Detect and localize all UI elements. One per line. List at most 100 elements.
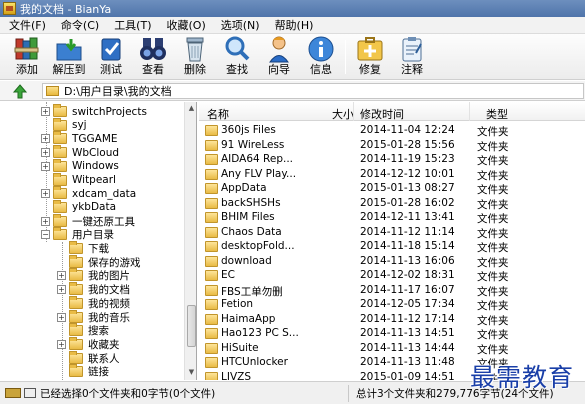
folder-icon: [205, 342, 218, 354]
file-row[interactable]: EC 2014-12-02 18:31 文件夹: [199, 268, 585, 283]
delete-button[interactable]: 删除: [175, 35, 215, 79]
column-size[interactable]: 大小: [332, 106, 354, 122]
file-name: EC: [221, 269, 235, 281]
tree-item[interactable]: + 我的音乐: [57, 309, 130, 324]
scroll-down-icon[interactable]: ▼: [186, 367, 196, 378]
menu-favorites[interactable]: 收藏(O): [158, 17, 212, 33]
file-row[interactable]: desktopFold... 2014-11-18 15:14 文件夹: [199, 239, 585, 254]
file-name: Hao123 PC S...: [221, 327, 299, 339]
status-selection: 已经选择0个文件夹和0字节(0个文件): [40, 388, 216, 400]
menu-tools[interactable]: 工具(T): [105, 17, 157, 33]
file-row[interactable]: 91 WireLess 2015-01-28 15:56 文件夹: [199, 138, 585, 153]
tree-item[interactable]: 搜索: [57, 323, 109, 337]
folder-icon: [205, 270, 218, 281]
address-field[interactable]: D:\用户目录\我的文档: [42, 83, 584, 99]
file-modified: 2014-11-17 16:07: [360, 283, 455, 296]
tree-item[interactable]: + Windows: [41, 158, 119, 173]
comment-button[interactable]: 注释: [392, 35, 432, 79]
add-button[interactable]: 添加: [7, 35, 47, 79]
folder-icon: [205, 212, 218, 223]
tree-item[interactable]: syj: [41, 117, 87, 132]
column-divider[interactable]: [469, 102, 470, 121]
column-type[interactable]: 类型: [486, 106, 508, 122]
column-modified[interactable]: 修改时间: [360, 106, 404, 122]
folder-icon: [53, 117, 67, 131]
expand-icon[interactable]: +: [57, 285, 66, 295]
find-button[interactable]: 查找: [217, 35, 257, 79]
file-list[interactable]: 名称 大小 修改时间 类型 360js Files 2014-11-04 12:2…: [199, 102, 585, 380]
folder-icon: [53, 172, 67, 186]
tree-item[interactable]: − 用户目录: [41, 227, 114, 241]
file-row[interactable]: AppData 2015-01-13 08:27 文件夹: [199, 181, 585, 196]
scrollbar-thumb[interactable]: [187, 305, 196, 347]
menu-options[interactable]: 选项(N): [212, 17, 266, 33]
tree-item[interactable]: + WbCloud: [41, 145, 119, 159]
tree-item[interactable]: ykbData: [41, 199, 116, 214]
expand-icon[interactable]: +: [57, 312, 66, 322]
expand-icon[interactable]: +: [41, 189, 50, 199]
expand-icon[interactable]: +: [57, 271, 66, 281]
expand-icon[interactable]: +: [41, 161, 50, 171]
file-row[interactable]: Any FLV Play... 2014-12-12 10:01 文件夹: [199, 167, 585, 182]
tree-scrollbar[interactable]: ▲ ▼: [184, 102, 196, 380]
repair-button[interactable]: 修复: [350, 35, 390, 79]
tree-item[interactable]: + xdcam_data: [41, 186, 136, 200]
test-button[interactable]: 测试: [91, 35, 131, 79]
info-button[interactable]: 信息: [301, 35, 341, 79]
info-icon: [308, 36, 334, 62]
expand-icon[interactable]: +: [57, 339, 66, 349]
comment-clipboard-icon: [402, 37, 422, 62]
folder-icon: [69, 350, 83, 364]
file-row[interactable]: download 2014-11-13 16:06 文件夹: [199, 254, 585, 269]
menu-command[interactable]: 命令(C): [52, 17, 105, 33]
tree-item[interactable]: + 收藏夹: [57, 336, 120, 351]
window-title: 我的文档 - BianYa: [20, 2, 112, 16]
file-row[interactable]: backSHSHs 2015-01-28 16:02 文件夹: [199, 196, 585, 211]
watermark: 最需教育: [470, 363, 575, 392]
tree-item[interactable]: Witpearl: [41, 172, 116, 187]
extract-to-button[interactable]: 解压到: [49, 35, 89, 79]
folder-icon: [205, 371, 218, 380]
view-button[interactable]: 查看: [133, 35, 173, 79]
file-name: HiSuite: [221, 341, 259, 354]
up-folder-icon[interactable]: [10, 84, 30, 99]
file-row[interactable]: HiSuite 2014-11-13 14:44 文件夹: [199, 341, 585, 356]
scroll-up-icon[interactable]: ▲: [186, 103, 196, 114]
tree-item[interactable]: + 我的图片: [57, 268, 130, 282]
file-modified: 2014-11-19 15:23: [360, 153, 455, 165]
tree-item[interactable]: + switchProjects: [41, 104, 147, 118]
tree-item[interactable]: 我的视频: [57, 295, 130, 310]
expand-icon[interactable]: +: [41, 148, 50, 158]
file-row[interactable]: AIDA64 Rep... 2014-11-19 15:23 文件夹: [199, 152, 585, 167]
file-row[interactable]: Hao123 PC S... 2014-11-13 14:51 文件夹: [199, 326, 585, 341]
expand-icon[interactable]: +: [41, 134, 50, 144]
tree-item[interactable]: + TGGAME: [41, 131, 118, 145]
find-label: 查找: [226, 63, 248, 76]
file-row[interactable]: FBS工单勿删 2014-11-17 16:07 文件夹: [199, 283, 585, 298]
column-divider[interactable]: [353, 102, 354, 121]
tree-item[interactable]: 联系人: [57, 350, 120, 365]
menu-help[interactable]: 帮助(H): [266, 17, 320, 33]
tree-item[interactable]: 保存的游戏: [57, 254, 141, 269]
file-row[interactable]: Chaos Data 2014-11-12 11:14 文件夹: [199, 225, 585, 240]
folder-icon: [53, 131, 67, 145]
file-row[interactable]: HaimaApp 2014-11-12 17:14 文件夹: [199, 312, 585, 327]
tree-item[interactable]: 下载: [57, 241, 109, 255]
file-row[interactable]: 360js Files 2014-11-04 12:24 文件夹: [199, 123, 585, 138]
expand-icon[interactable]: +: [41, 107, 50, 116]
expand-icon[interactable]: +: [41, 216, 50, 226]
file-row[interactable]: Fetion 2014-12-05 17:34 文件夹: [199, 297, 585, 312]
collapse-icon[interactable]: −: [41, 230, 50, 240]
column-name[interactable]: 名称: [207, 106, 229, 122]
wizard-button[interactable]: 向导: [259, 35, 299, 79]
tree-item[interactable]: + 我的文档: [57, 282, 130, 296]
tree-item[interactable]: 链接: [57, 364, 109, 378]
tree-item[interactable]: + 一键还原工具: [41, 213, 135, 228]
folder-icon: [69, 241, 83, 254]
folder-tree[interactable]: + switchProjects syj + TGGAME + WbCloud + Window…: [0, 102, 197, 380]
file-row[interactable]: BHIM Files 2014-12-11 13:41 文件夹: [199, 210, 585, 225]
menu-file[interactable]: 文件(F): [0, 17, 52, 33]
